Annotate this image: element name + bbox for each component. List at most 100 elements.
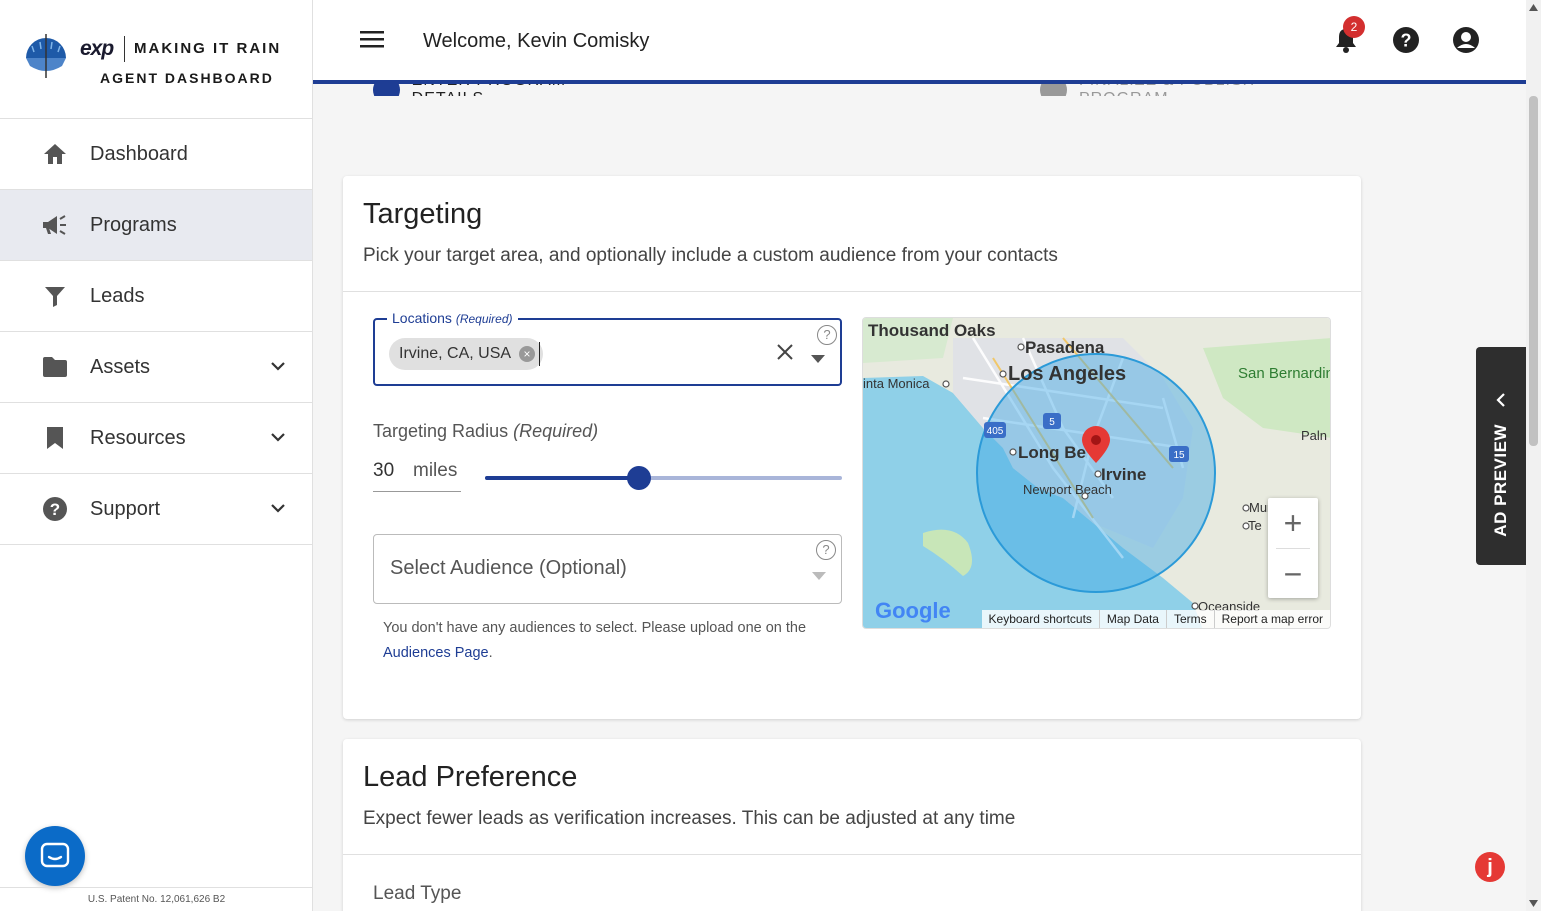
map-label-hw15: 15	[1173, 450, 1185, 461]
targeting-subtitle: Pick your target area, and optionally in…	[363, 245, 1058, 266]
targeting-title: Targeting	[363, 198, 483, 230]
sidebar-item-resources[interactable]: Resources	[0, 403, 312, 474]
zoom-in-button[interactable]: +	[1268, 498, 1318, 548]
sidebar-item-label: Leads	[90, 284, 145, 307]
funnel-icon	[40, 281, 70, 311]
keyboard-shortcuts-link[interactable]: Keyboard shortcuts	[982, 610, 1099, 628]
chevron-left-icon	[1495, 393, 1507, 412]
location-chip-label: Irvine, CA, USA	[399, 345, 512, 362]
chevron-down-icon[interactable]	[270, 429, 286, 450]
page-scrollbar[interactable]	[1526, 0, 1541, 911]
bookmark-icon	[40, 423, 70, 453]
ad-preview-tab[interactable]: AD PREVIEW	[1476, 347, 1526, 565]
lead-preference-subtitle: Expect fewer leads as verification incre…	[363, 808, 1016, 829]
locations-help-icon[interactable]: ?	[817, 325, 837, 345]
patent-notice: U.S. Patent No. 12,061,626 B2	[0, 887, 313, 911]
step-2-circle	[1040, 84, 1067, 96]
brand-logo[interactable]: exp MAKING IT RAIN AGENT DASHBOARD	[0, 0, 312, 119]
ad-preview-label: AD PREVIEW	[1491, 424, 1510, 537]
scrollbar-thumb[interactable]	[1529, 96, 1538, 446]
radius-unit: miles	[413, 460, 458, 481]
report-map-error-link[interactable]: Report a map error	[1213, 610, 1330, 628]
audiences-page-link[interactable]: Audiences Page	[383, 645, 489, 661]
location-chip[interactable]: Irvine, CA, USA ×	[389, 338, 544, 370]
lead-preference-card: Lead Preference Expect fewer leads as ve…	[343, 739, 1361, 911]
audience-help-text: You don't have any audiences to select. …	[383, 620, 807, 661]
chip-remove-icon[interactable]: ×	[519, 346, 536, 362]
audience-placeholder: Select Audience (Optional)	[390, 557, 627, 579]
zoom-out-button[interactable]: −	[1268, 549, 1318, 599]
sidebar-item-support[interactable]: ? Support	[0, 474, 312, 545]
map-label-long-beach: Long Be	[1018, 443, 1086, 462]
lead-preference-header: Lead Preference Expect fewer leads as ve…	[343, 739, 1361, 855]
map-footer: Keyboard shortcuts Map Data Terms Report…	[981, 610, 1330, 628]
map-label-santa-monica: inta Monica	[863, 376, 930, 391]
map-label-newport-beach: Newport Beach	[1023, 482, 1112, 497]
step-1-label: ENTER PROGRAM DETAILS	[412, 84, 633, 96]
sidebar-item-label: Resources	[90, 426, 186, 449]
map-canvas[interactable]: 405 5 15 Thousand Oaks Pasadena Los Ange…	[863, 318, 1331, 629]
radius-label: Targeting Radius (Required)	[373, 421, 599, 441]
home-icon	[40, 139, 70, 169]
locations-field[interactable]: Locations (Required) Irvine, CA, USA × ?	[373, 310, 842, 386]
stepper-step-2[interactable]: FINALIZE & PUBLISH PROGRAM	[1040, 84, 1340, 96]
account-icon[interactable]	[1452, 26, 1480, 54]
svg-text:?: ?	[50, 500, 60, 519]
targeting-card: Targeting Pick your target area, and opt…	[343, 176, 1361, 719]
radius-slider-thumb[interactable]	[626, 466, 651, 490]
targeting-map[interactable]: 405 5 15 Thousand Oaks Pasadena Los Ange…	[862, 317, 1331, 629]
notification-badge: 2	[1343, 16, 1365, 38]
map-label-san-bernardino: San Bernardin National For	[1238, 365, 1331, 382]
lead-type-label: Lead Type	[373, 883, 462, 904]
terms-link[interactable]: Terms	[1165, 610, 1214, 628]
sidebar-item-label: Programs	[90, 213, 177, 236]
stepper-step-1[interactable]: ENTER PROGRAM DETAILS	[373, 84, 633, 96]
audience-select[interactable]: Select Audience (Optional) ?	[373, 534, 842, 604]
dropdown-arrow-icon[interactable]	[812, 567, 826, 585]
sidebar: exp MAKING IT RAIN AGENT DASHBOARD Dashb…	[0, 0, 313, 911]
radius-slider[interactable]	[485, 466, 842, 490]
scroll-up-arrow-icon[interactable]	[1529, 4, 1538, 11]
sidebar-item-assets[interactable]: Assets	[0, 332, 312, 403]
map-label-temecula: Te	[1248, 518, 1262, 533]
chevron-down-icon[interactable]	[270, 358, 286, 379]
targeting-card-header: Targeting Pick your target area, and opt…	[343, 176, 1361, 292]
step-1-circle	[373, 84, 400, 96]
map-label-los-angeles: Los Angeles	[1008, 363, 1126, 385]
sidebar-item-label: Assets	[90, 355, 151, 378]
clear-icon[interactable]	[775, 342, 795, 367]
brand-subtitle: AGENT DASHBOARD	[100, 70, 274, 86]
radius-value: 30	[373, 460, 395, 481]
map-label-palm: Paln	[1301, 428, 1327, 443]
megaphone-icon	[40, 210, 70, 240]
dropdown-arrow-icon[interactable]	[811, 350, 825, 368]
map-data-link[interactable]: Map Data	[1098, 610, 1166, 628]
sidebar-item-leads[interactable]: Leads	[0, 261, 312, 332]
svg-text:?: ?	[1401, 31, 1412, 51]
scroll-down-arrow-icon[interactable]	[1529, 900, 1538, 907]
sidebar-item-label: Support	[90, 497, 161, 520]
map-label-pasadena: Pasadena	[1025, 338, 1105, 357]
map-label-hw5: 5	[1049, 417, 1055, 428]
map-label-thousand-oaks: Thousand Oaks	[868, 321, 996, 340]
text-cursor	[539, 342, 540, 366]
welcome-message: Welcome, Kevin Comisky	[423, 30, 650, 52]
step-2-label: FINALIZE & PUBLISH PROGRAM	[1079, 84, 1340, 96]
map-label-hw405: 405	[987, 426, 1004, 437]
logo-divider	[124, 36, 125, 62]
help-icon[interactable]: ?	[1392, 26, 1420, 54]
chat-icon	[40, 842, 70, 868]
chevron-down-icon[interactable]	[270, 500, 286, 521]
sidebar-item-programs[interactable]: Programs	[0, 190, 312, 261]
help-circle-icon: ?	[40, 494, 70, 524]
chat-launcher-button[interactable]	[25, 826, 85, 886]
hamburger-menu-icon[interactable]	[359, 28, 385, 55]
locations-label: Locations (Required)	[387, 310, 518, 326]
folder-icon	[40, 352, 70, 382]
umbrella-logo-icon	[26, 34, 66, 78]
exp-logo-text: exp	[80, 37, 114, 60]
radius-slider-fill	[485, 476, 639, 480]
extension-j-icon[interactable]: j	[1475, 852, 1505, 882]
sidebar-item-dashboard[interactable]: Dashboard	[0, 119, 312, 190]
audience-help-icon[interactable]: ?	[816, 540, 836, 560]
